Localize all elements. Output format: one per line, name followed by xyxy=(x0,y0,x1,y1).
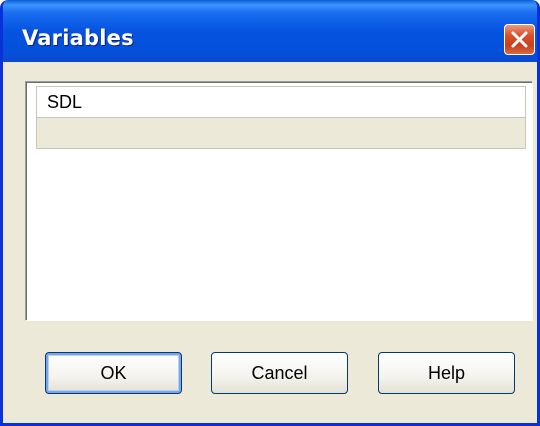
title-bar[interactable]: Variables xyxy=(3,0,537,62)
close-icon xyxy=(511,31,528,48)
help-button[interactable]: Help xyxy=(378,352,515,394)
window-title: Variables xyxy=(22,26,134,50)
ok-button[interactable]: OK xyxy=(45,352,182,394)
list-item[interactable] xyxy=(36,117,526,149)
variables-dialog: Variables SDL OK Cancel Help xyxy=(0,0,540,426)
close-button[interactable] xyxy=(504,24,535,55)
list-item-label: SDL xyxy=(47,92,83,112)
list-item[interactable]: SDL xyxy=(36,86,526,118)
cancel-button[interactable]: Cancel xyxy=(211,352,348,394)
variables-list[interactable]: SDL xyxy=(25,81,533,321)
